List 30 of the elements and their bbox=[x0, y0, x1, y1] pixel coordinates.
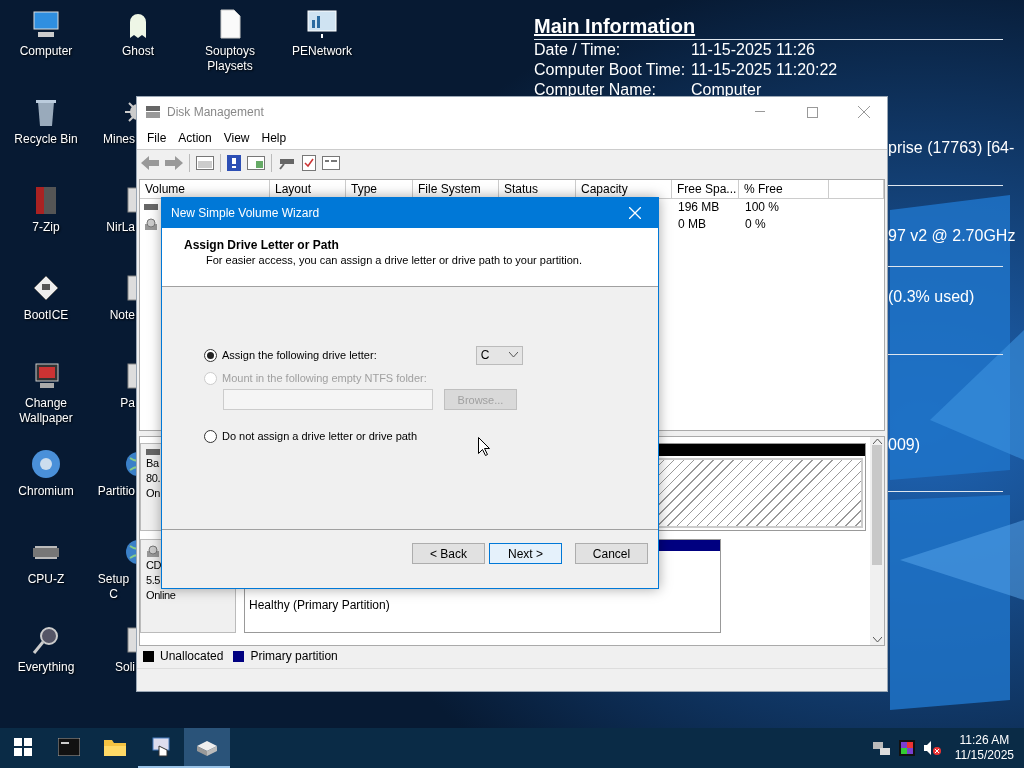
info-value: 11-15-2025 11:20:22 bbox=[691, 60, 839, 80]
clock-time: 11:26 AM bbox=[959, 733, 1010, 748]
disk-info-text: CD bbox=[146, 557, 162, 573]
info-text: prise (17763) [64- bbox=[888, 138, 1016, 158]
clock-date: 11/15/2025 bbox=[954, 748, 1014, 763]
info-text: 009) bbox=[888, 435, 922, 455]
table-cell-text: 196 MB bbox=[677, 200, 721, 214]
info-label: Computer Boot Time: bbox=[534, 60, 687, 80]
disk-info-text: 5.5 bbox=[146, 572, 161, 588]
table-cell-text: 0 MB bbox=[677, 217, 707, 231]
disk-info-text: Online bbox=[146, 587, 176, 603]
wizard-subtitle: For easier access, you can assign a drive letter or drive path to your partition. bbox=[206, 254, 583, 266]
info-value: 11-15-2025 11:26 bbox=[691, 40, 816, 60]
info-text: (0.3% used) bbox=[888, 287, 976, 307]
window-title: Disk Management bbox=[167, 105, 265, 119]
disk-info-text: 80. bbox=[146, 470, 161, 486]
info-value: Computer bbox=[691, 80, 763, 100]
table-cell-text: 0 % bbox=[744, 217, 767, 231]
info-label: Computer Name: bbox=[534, 80, 657, 100]
legend-label: Unallocated bbox=[160, 649, 224, 664]
info-text: 97 v2 @ 2.70GHz bbox=[888, 226, 1017, 246]
dialog-title: New Simple Volume Wizard bbox=[171, 206, 321, 220]
legend-label: Primary partition bbox=[250, 649, 338, 664]
info-heading: Main Information bbox=[534, 14, 697, 38]
table-cell-text: 100 % bbox=[744, 200, 781, 214]
wizard-heading: Assign Drive Letter or Path bbox=[184, 238, 340, 252]
disk-info-text: Ba bbox=[146, 455, 159, 471]
info-label: Date / Time: bbox=[534, 40, 622, 60]
disk-info-text: On bbox=[146, 485, 160, 501]
partition-status: Healthy (Primary Partition) bbox=[249, 597, 391, 612]
